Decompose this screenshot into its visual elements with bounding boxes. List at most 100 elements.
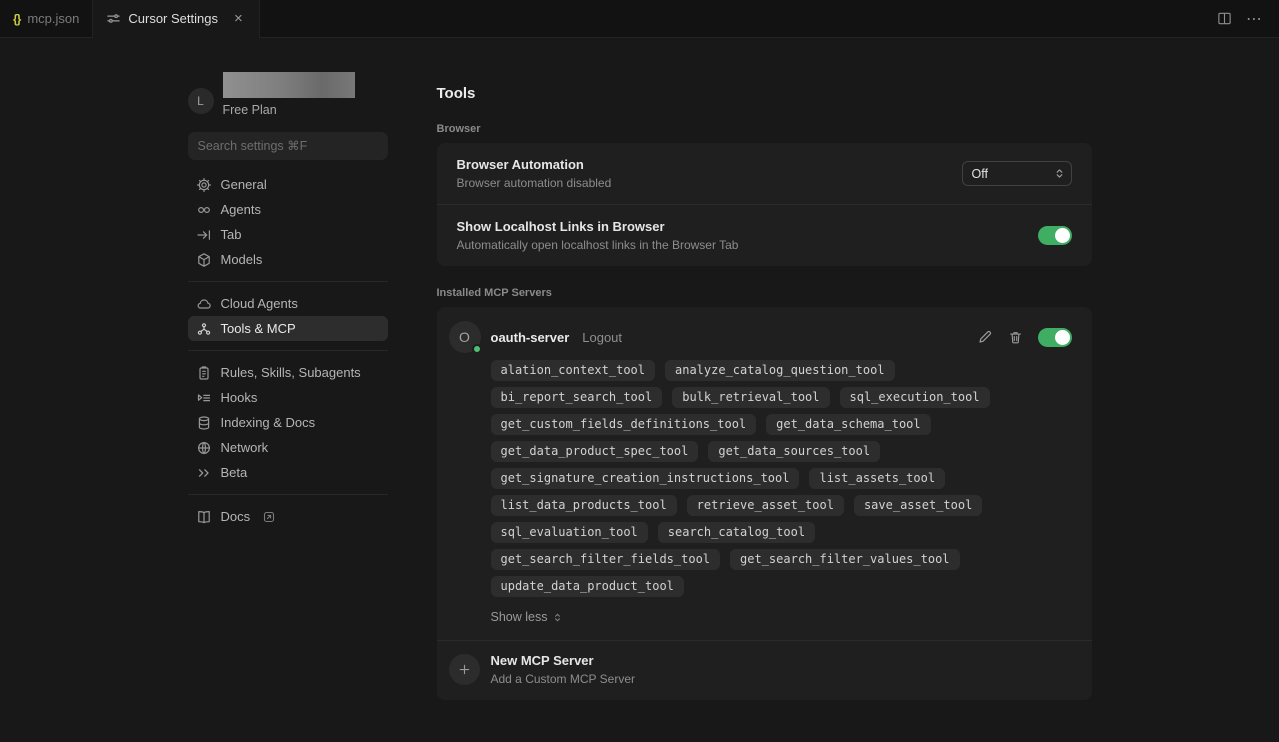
nav-divider [188,350,388,351]
sidebar-item-label: Tab [221,227,242,242]
globe-icon [196,440,212,456]
close-tab-icon[interactable]: × [231,10,246,27]
external-link-icon [263,511,275,523]
server-header: O oauth-server Logout [449,321,1072,353]
tab-label: mcp.json [27,11,79,26]
tool-chip[interactable]: list_data_products_tool [491,495,677,516]
sidebar-item-label: Agents [221,202,261,217]
tool-chip[interactable]: save_asset_tool [854,495,982,516]
server-enabled-toggle[interactable] [1038,328,1072,347]
edit-pencil-icon[interactable] [977,329,993,345]
split-editor-icon[interactable] [1217,11,1232,26]
setting-subtitle: Automatically open localhost links in th… [457,238,739,252]
sidebar-item-tools-mcp[interactable]: Tools & MCP [188,316,388,341]
more-actions-icon[interactable]: ⋯ [1246,9,1263,29]
json-braces-icon: {} [13,12,20,26]
cloud-icon [196,296,212,312]
plan-label: Free Plan [223,103,355,117]
tool-chip[interactable]: alation_context_tool [491,360,656,381]
mcp-servers-card: O oauth-server Logout [437,307,1092,700]
server-status-dot [472,344,482,354]
delete-trash-icon[interactable] [1008,330,1023,345]
tool-chip[interactable]: update_data_product_tool [491,576,684,597]
settings-sidebar: L Free Plan General [188,38,388,700]
browser-automation-select[interactable]: Off [962,161,1072,186]
sidebar-item-agents[interactable]: Agents [188,197,388,222]
browser-automation-row: Browser Automation Browser automation di… [437,143,1092,204]
editor-actions: ⋯ [1217,0,1279,37]
sidebar-item-rules-skills-subagents[interactable]: Rules, Skills, Subagents [188,360,388,385]
new-mcp-server-button[interactable]: New MCP Server Add a Custom MCP Server [437,641,1092,700]
tool-chip[interactable]: get_data_schema_tool [766,414,931,435]
sidebar-item-tab[interactable]: Tab [188,222,388,247]
sidebar-item-label: Models [221,252,263,267]
tool-chip[interactable]: retrieve_asset_tool [687,495,844,516]
nav-divider [188,281,388,282]
logout-link[interactable]: Logout [582,330,622,345]
tool-chip[interactable]: list_assets_tool [809,468,945,489]
settings-main: Tools Browser Browser Automation Browser… [437,38,1092,700]
clipboard-icon [196,365,212,381]
tool-chip[interactable]: bulk_retrieval_tool [672,387,829,408]
tool-chip[interactable]: search_catalog_tool [658,522,815,543]
tool-chip[interactable]: analyze_catalog_question_tool [665,360,895,381]
tool-chip[interactable]: get_signature_creation_instructions_tool [491,468,800,489]
page-title: Tools [437,85,1092,102]
play-list-icon [196,390,212,406]
sidebar-item-beta[interactable]: Beta [188,460,388,485]
sidebar-item-label: Tools & MCP [221,321,296,336]
settings-nav: General Agents Tab [188,172,388,529]
show-less-button[interactable]: Show less [491,610,1072,624]
tool-chip[interactable]: get_search_filter_fields_tool [491,549,721,570]
sidebar-item-label: Network [221,440,269,455]
show-less-label: Show less [491,610,548,624]
sidebar-item-models[interactable]: Models [188,247,388,272]
sidebar-item-label: Beta [221,465,248,480]
tab-mcp-json[interactable]: {} mcp.json [0,0,93,37]
tool-chip[interactable]: get_search_filter_values_tool [730,549,960,570]
mcp-server-oauth-server: O oauth-server Logout [437,307,1092,640]
new-server-subtitle: Add a Custom MCP Server [491,672,636,686]
tool-chip[interactable]: bi_report_search_tool [491,387,663,408]
tool-chip[interactable]: get_custom_fields_definitions_tool [491,414,757,435]
username-redacted [223,72,355,98]
sidebar-item-network[interactable]: Network [188,435,388,460]
select-value: Off [972,167,988,181]
sidebar-item-cloud-agents[interactable]: Cloud Agents [188,291,388,316]
tab-cursor-settings[interactable]: Cursor Settings × [93,0,259,38]
tool-chip[interactable]: get_data_sources_tool [708,441,880,462]
tab-arrow-icon [196,227,212,243]
server-initial: O [459,329,470,345]
hub-icon [196,321,212,337]
sidebar-item-label: Docs [221,509,251,524]
sidebar-item-general[interactable]: General [188,172,388,197]
chevron-up-down-icon [1053,167,1066,180]
chevrons-right-icon [196,465,212,481]
new-server-title: New MCP Server [491,653,636,668]
settings-page: L Free Plan General [0,38,1279,700]
tool-chip[interactable]: sql_evaluation_tool [491,522,648,543]
tool-chip[interactable]: sql_execution_tool [840,387,990,408]
browser-settings-card: Browser Automation Browser automation di… [437,143,1092,266]
sidebar-item-docs[interactable]: Docs [188,504,388,529]
sidebar-item-label: General [221,177,267,192]
sidebar-item-label: Cloud Agents [221,296,298,311]
book-icon [196,509,212,525]
setting-title: Show Localhost Links in Browser [457,219,739,234]
setting-title: Browser Automation [457,157,612,172]
sidebar-item-hooks[interactable]: Hooks [188,385,388,410]
localhost-links-toggle[interactable] [1038,226,1072,245]
sliders-icon [106,11,121,26]
nav-divider [188,494,388,495]
tool-chip[interactable]: get_data_product_spec_tool [491,441,699,462]
search-settings-input[interactable] [188,132,388,160]
gear-icon [196,177,212,193]
sidebar-item-label: Hooks [221,390,258,405]
sidebar-item-label: Rules, Skills, Subagents [221,365,361,380]
setting-subtitle: Browser automation disabled [457,176,612,190]
chevron-up-down-icon [552,612,563,623]
sidebar-item-indexing-docs[interactable]: Indexing & Docs [188,410,388,435]
profile-block: L Free Plan [188,72,388,117]
sidebar-item-label: Indexing & Docs [221,415,316,430]
tab-label: Cursor Settings [128,11,218,26]
